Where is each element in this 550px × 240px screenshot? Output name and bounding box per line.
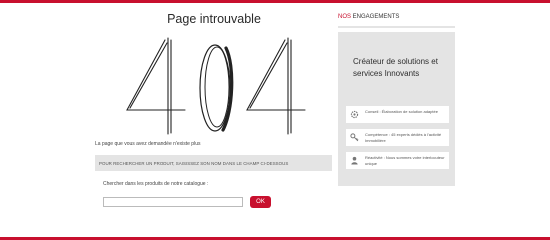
sidebar-divider [338, 26, 455, 28]
error-message: La page que vous avez demandée n'existe … [95, 141, 201, 147]
top-accent-bar [0, 0, 550, 3]
gear-icon [350, 110, 359, 119]
panel-title: Créateur de solutions et services Innova… [353, 57, 438, 78]
error-code-404 [126, 37, 306, 135]
digit-zero [199, 44, 234, 132]
search-instruction-band: POUR RECHERCHER UN PRODUIT, SAISISSEZ SO… [95, 155, 332, 171]
search-input[interactable] [103, 197, 243, 207]
feature-item-competence: Compétence : 45 experts dédiés à l'activ… [346, 129, 449, 146]
engagements-panel: Créateur de solutions et services Innova… [338, 32, 455, 186]
digit-four-left [126, 37, 186, 135]
person-icon [351, 156, 358, 165]
page-title: Page introuvable [167, 12, 261, 26]
feature-text: Conseil : Élaboration de solution adapté… [365, 109, 438, 114]
feature-item-conseil: Conseil : Élaboration de solution adapté… [346, 106, 449, 123]
feature-text: Réactivité : Nous sommes votre interlocu… [365, 155, 445, 166]
sidebar-heading-rest: ENGAGEMENTS [351, 14, 400, 20]
sidebar-heading-highlight: NOS [338, 14, 352, 20]
key-icon [350, 133, 359, 142]
sidebar-heading: NOS ENGAGEMENTS [338, 14, 399, 20]
feature-item-reactivite: Réactivité : Nous sommes votre interlocu… [346, 152, 449, 169]
search-label: Chercher dans les produits de notre cata… [103, 181, 209, 187]
search-instruction-text: POUR RECHERCHER UN PRODUIT, SAISISSEZ SO… [99, 160, 289, 166]
feature-text: Compétence : 45 experts dédiés à l'activ… [365, 132, 442, 143]
search-ok-button[interactable]: OK [250, 196, 271, 208]
digit-four-right [246, 37, 306, 135]
